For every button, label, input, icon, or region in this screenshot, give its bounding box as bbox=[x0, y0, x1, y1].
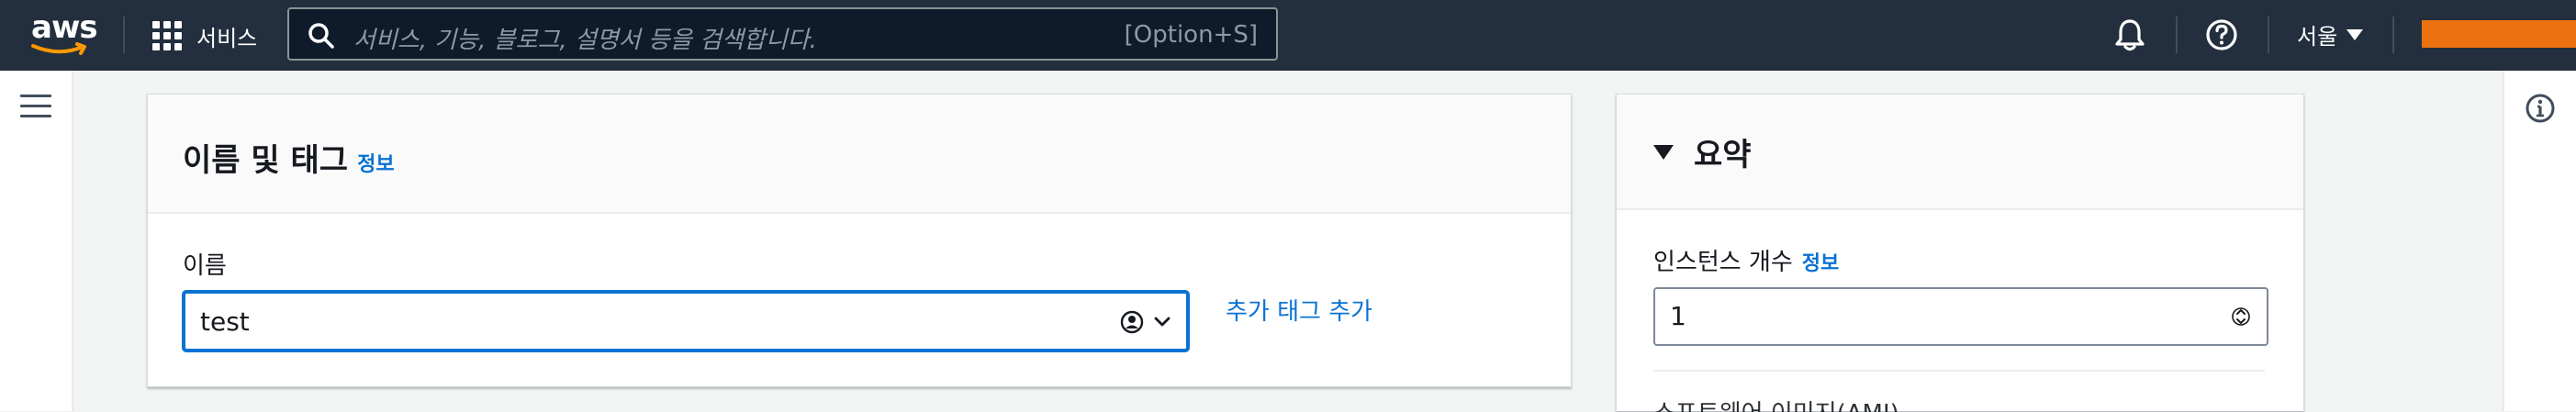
chevron-down-icon[interactable] bbox=[1153, 316, 1171, 328]
services-menu-button[interactable]: 서비스 bbox=[152, 18, 257, 53]
name-and-tags-panel: 이름 및 태그 정보 이름 test 추가 태그 추가 bbox=[147, 94, 1572, 387]
caret-down-icon bbox=[1653, 144, 1674, 160]
region-label: 서울 bbox=[2297, 24, 2338, 50]
search-icon bbox=[308, 23, 334, 49]
account-menu-button[interactable] bbox=[2422, 20, 2576, 48]
search-input[interactable]: 서비스, 기능, 블로그, 설명서 등을 검색합니다. [Option+S] bbox=[287, 7, 1278, 61]
user-icon bbox=[1120, 310, 1144, 334]
nav-divider bbox=[123, 17, 125, 53]
info-panel-icon[interactable] bbox=[2525, 93, 2556, 124]
nav-divider bbox=[2176, 17, 2178, 53]
bell-icon[interactable] bbox=[2111, 17, 2148, 53]
services-label: 서비스 bbox=[196, 25, 258, 51]
name-input[interactable]: test bbox=[183, 291, 1189, 351]
name-field-label: 이름 bbox=[183, 252, 227, 280]
chevron-down-icon bbox=[2346, 28, 2364, 40]
instance-count-label: 인스턴스 개수 정보 bbox=[1653, 243, 1839, 277]
instance-count-input[interactable]: 1 bbox=[1653, 287, 2268, 346]
region-selector[interactable]: 서울 bbox=[2297, 18, 2364, 50]
search-placeholder: 서비스, 기능, 블로그, 설명서 등을 검색합니다. bbox=[353, 27, 817, 54]
search-shortcut: [Option+S] bbox=[1124, 21, 1258, 49]
info-link[interactable]: 정보 bbox=[1802, 252, 1839, 275]
instance-count-label-text: 인스턴스 개수 bbox=[1653, 249, 1793, 276]
info-link[interactable]: 정보 bbox=[357, 153, 394, 176]
panel-title: 이름 및 태그 정보 bbox=[183, 135, 395, 180]
name-input-value: test bbox=[200, 306, 250, 337]
add-additional-tags-link[interactable]: 추가 태그 추가 bbox=[1226, 293, 1372, 327]
aws-logo[interactable]: aws bbox=[31, 9, 98, 57]
instance-count-value: 1 bbox=[1670, 301, 1686, 331]
summary-header[interactable]: 요약 bbox=[1617, 95, 2303, 210]
top-navigation: aws 서비스 서비스, 기능, 블로그, 설명서 등을 검색합니다. [Opt… bbox=[0, 0, 2576, 71]
summary-panel: 요약 인스턴스 개수 정보 1 소프트웨어 이미지(AMI) bbox=[1616, 94, 2304, 412]
panel-header: 이름 및 태그 정보 bbox=[148, 95, 1571, 214]
aws-smile-icon bbox=[31, 42, 86, 55]
panel-title-text: 이름 및 태그 bbox=[183, 142, 349, 179]
section-divider bbox=[1653, 370, 2265, 372]
stepper-icon[interactable] bbox=[2232, 300, 2250, 333]
right-tools-rail bbox=[2503, 71, 2576, 411]
aws-logo-text: aws bbox=[31, 9, 98, 46]
summary-title: 요약 bbox=[1653, 129, 1752, 174]
software-image-section-label: 소프트웨어 이미지(AMI) bbox=[1653, 392, 1910, 412]
nav-divider bbox=[2392, 17, 2394, 53]
nav-divider bbox=[2268, 17, 2269, 53]
help-icon[interactable] bbox=[2203, 17, 2240, 53]
left-navigation-rail bbox=[0, 71, 73, 411]
grid-icon bbox=[152, 21, 182, 50]
summary-title-text: 요약 bbox=[1694, 137, 1752, 173]
hamburger-menu-icon[interactable] bbox=[20, 95, 51, 118]
